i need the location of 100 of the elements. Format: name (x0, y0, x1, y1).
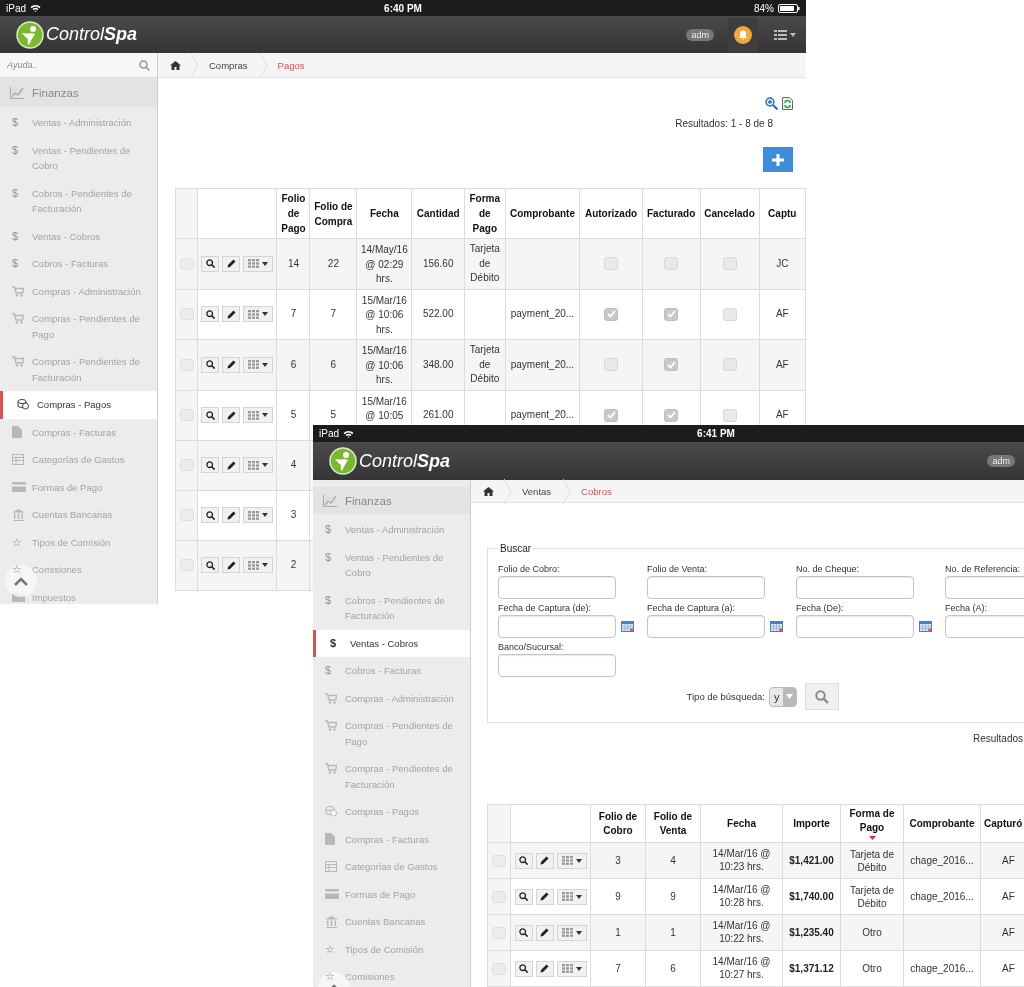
view-button[interactable] (201, 356, 220, 373)
breadcrumb-link[interactable]: Pagos (267, 59, 317, 71)
user-badge[interactable]: adm (987, 455, 1015, 467)
view-button[interactable] (201, 407, 220, 423)
sidebar-item[interactable]: $ Ventas - Pendientes de Cobro (0, 136, 157, 180)
sidebar-item[interactable]: $ Ventas - Cobros (0, 222, 157, 250)
input-field[interactable] (498, 615, 616, 638)
sidebar-item[interactable]: Cuentas Bancarias (0, 501, 157, 529)
sidebar-item[interactable]: $ Cobros - Facturas (313, 657, 470, 685)
help-search-field[interactable]: Ayuda.. (0, 53, 157, 78)
checkbox[interactable] (722, 408, 737, 422)
input-field[interactable] (796, 576, 914, 599)
checkbox[interactable] (604, 257, 619, 271)
calendar-icon[interactable] (770, 621, 783, 632)
refresh-document-icon[interactable] (782, 97, 793, 110)
user-badge[interactable]: adm (686, 28, 714, 41)
sidebar-item[interactable]: ☆ Tipos de Comisión (0, 528, 157, 556)
edit-button[interactable] (222, 306, 241, 323)
sidebar-item[interactable]: Compras - Pagos (313, 798, 470, 826)
notifications-button[interactable] (728, 17, 758, 52)
sidebar-item[interactable]: Formas de Pago (313, 880, 470, 908)
menu-button[interactable] (772, 29, 798, 40)
sidebar-item[interactable]: $ Ventas - Cobros (313, 629, 470, 657)
sidebar-item[interactable]: Categorías de Gastos (0, 446, 157, 474)
edit-button[interactable] (535, 924, 554, 941)
view-button[interactable] (514, 888, 533, 905)
view-button[interactable] (201, 306, 220, 323)
sort-caret-icon[interactable] (868, 836, 876, 840)
checkbox[interactable] (664, 408, 679, 422)
input-field[interactable] (647, 615, 765, 638)
add-button[interactable] (763, 147, 793, 172)
sidebar-item[interactable]: Formas de Pago (0, 473, 157, 501)
edit-button[interactable] (535, 852, 554, 869)
view-button[interactable] (201, 557, 220, 573)
calendar-icon[interactable] (919, 621, 932, 632)
input-field[interactable] (796, 615, 914, 638)
options-button[interactable] (243, 255, 274, 272)
options-button[interactable] (243, 306, 274, 323)
edit-button[interactable] (535, 960, 554, 977)
checkbox[interactable] (664, 358, 679, 372)
options-button[interactable] (243, 407, 274, 423)
sidebar-item[interactable]: Categorías de Gastos (313, 853, 470, 881)
sidebar-section[interactable]: Finanzas (313, 487, 470, 514)
input-field[interactable] (647, 576, 765, 599)
checkbox[interactable] (604, 307, 619, 321)
sidebar-item[interactable]: Compras - Facturas (313, 825, 470, 853)
sidebar-item[interactable]: $ Ventas - Administración (313, 516, 470, 544)
sidebar-item[interactable]: Cuentas Bancarias (313, 908, 470, 936)
view-button[interactable] (514, 924, 533, 941)
edit-button[interactable] (222, 507, 241, 523)
options-button[interactable] (556, 888, 587, 905)
sidebar-item[interactable]: Compras - Pendientes de Facturación (0, 348, 157, 391)
options-button[interactable] (556, 852, 587, 869)
sidebar-item[interactable]: $ Ventas - Pendientes de Cobro (313, 543, 470, 587)
edit-button[interactable] (222, 557, 241, 573)
sidebar-item[interactable]: $ Ventas - Administración (0, 109, 157, 137)
checkbox[interactable] (722, 358, 737, 372)
options-button[interactable] (556, 960, 587, 977)
view-button[interactable] (201, 255, 220, 272)
search-type-select[interactable]: y (768, 686, 798, 707)
options-button[interactable] (556, 924, 587, 941)
home-icon[interactable] (170, 60, 181, 70)
search-button[interactable] (805, 683, 840, 710)
sidebar-item[interactable]: Compras - Administración (0, 277, 157, 305)
options-button[interactable] (243, 356, 274, 373)
options-button[interactable] (243, 457, 274, 473)
sidebar-item[interactable]: Compras - Facturas (0, 418, 157, 446)
edit-button[interactable] (535, 888, 554, 905)
sidebar-item[interactable]: ☆ Comisiones (0, 556, 157, 584)
checkbox[interactable] (604, 358, 619, 372)
input-field[interactable] (498, 576, 616, 599)
sidebar-section[interactable]: Finanzas (0, 78, 157, 107)
edit-button[interactable] (222, 255, 241, 272)
sidebar-item[interactable]: ☆ Comisiones (313, 963, 470, 987)
search-input[interactable]: Ayuda.. (7, 60, 139, 70)
checkbox[interactable] (722, 307, 737, 321)
sidebar-item[interactable]: Compras - Pendientes de Pago (0, 305, 157, 348)
checkbox[interactable] (664, 307, 679, 321)
sidebar-item[interactable]: Compras - Administración (313, 684, 470, 712)
breadcrumb-link[interactable]: Cobros (571, 485, 624, 497)
view-button[interactable] (201, 457, 220, 473)
sidebar-item[interactable]: $ Cobros - Pendientes de Facturación (0, 179, 157, 223)
calendar-icon[interactable] (621, 621, 634, 632)
breadcrumb-link[interactable]: Ventas (512, 485, 564, 497)
checkbox[interactable] (664, 257, 679, 271)
options-button[interactable] (243, 507, 274, 523)
sidebar-item[interactable]: Compras - Pendientes de Facturación (313, 755, 470, 798)
breadcrumb-link[interactable]: Compras (199, 59, 260, 71)
edit-button[interactable] (222, 356, 241, 373)
options-button[interactable] (243, 557, 274, 573)
edit-button[interactable] (222, 407, 241, 423)
sidebar-item[interactable]: Compras - Pendientes de Pago (313, 712, 470, 755)
sidebar-item[interactable]: $ Cobros - Pendientes de Facturación (313, 586, 470, 630)
checkbox[interactable] (604, 408, 619, 422)
zoom-in-icon[interactable] (765, 97, 778, 110)
view-button[interactable] (514, 960, 533, 977)
input-field[interactable] (498, 654, 616, 677)
view-button[interactable] (514, 852, 533, 869)
sidebar-item[interactable]: ☆ Tipos de Comisión (313, 935, 470, 963)
home-icon[interactable] (483, 486, 494, 496)
